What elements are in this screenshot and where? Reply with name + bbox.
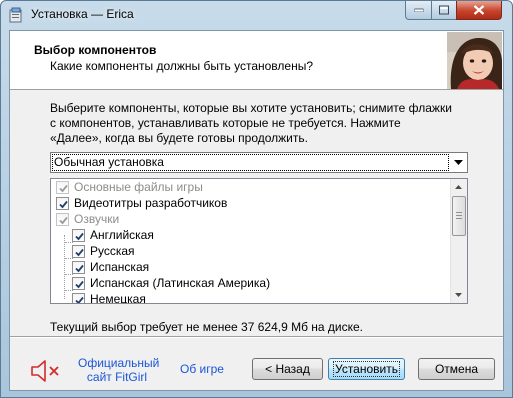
checkmark-icon <box>75 264 84 272</box>
minimize-button[interactable] <box>405 1 432 20</box>
scroll-up-button[interactable] <box>451 179 467 195</box>
checkbox-checked[interactable] <box>56 196 69 210</box>
component-item-english[interactable]: Английская <box>72 227 154 243</box>
component-label: Русская <box>90 244 135 258</box>
chevron-down-icon <box>454 160 463 165</box>
checkbox-checked[interactable] <box>72 292 85 303</box>
disk-space-requirement: Текущий выбор требует не менее 37 624,9 … <box>50 320 364 334</box>
component-item-spanish[interactable]: Испанская <box>72 259 149 275</box>
checkmark-icon <box>75 280 84 288</box>
fitgirl-link-line2: сайт FitGirl <box>86 370 148 384</box>
component-item-russian[interactable]: Русская <box>72 243 135 259</box>
component-label: Основные файлы игры <box>74 180 203 194</box>
about-game-link[interactable]: Об игре <box>180 362 224 376</box>
scroll-thumb[interactable] <box>452 196 466 236</box>
close-icon <box>473 5 485 15</box>
component-item-dev-subtitles[interactable]: Видеотитры разработчиков <box>56 195 227 211</box>
maximize-icon <box>439 5 449 15</box>
components-list[interactable]: Основные файлы игры Видеотитры разработч… <box>50 178 468 304</box>
fitgirl-link-line1: Официальный <box>78 356 160 370</box>
component-label: Испанская (Латинская Америка) <box>90 276 271 290</box>
header-character-image <box>447 32 502 89</box>
checkmark-icon <box>75 296 84 303</box>
instructions-text: Выберите компоненты, которые вы хотите у… <box>50 101 452 145</box>
scroll-down-arrow-icon <box>455 293 462 297</box>
speaker-muted-icon[interactable] <box>31 358 61 384</box>
checkbox-checked-disabled <box>56 212 69 226</box>
component-label: Видеотитры разработчиков <box>74 196 228 210</box>
component-item-german[interactable]: Немецкая <box>72 291 146 304</box>
wizard-header: Выбор компонентов Какие компоненты должн… <box>10 31 503 90</box>
window-title: Установка — Erica <box>31 7 134 21</box>
dropdown-arrow-button[interactable] <box>450 153 467 172</box>
checkmark-icon <box>59 200 68 208</box>
page-subtitle: Какие компоненты должны быть установлены… <box>50 59 313 73</box>
wizard-client-area: Выбор компонентов Какие компоненты должн… <box>9 30 504 391</box>
fitgirl-site-link[interactable]: Официальный сайт FitGirl <box>78 356 160 384</box>
checkmark-icon <box>75 232 84 240</box>
component-item-voiceovers: Озвучки <box>56 211 119 227</box>
checkbox-checked[interactable] <box>72 260 85 274</box>
cancel-button[interactable]: Отмена <box>418 358 495 380</box>
install-type-selected: Обычная установка <box>52 154 449 171</box>
component-label: Озвучки <box>74 212 120 226</box>
component-item-base-files: Основные файлы игры <box>56 179 203 195</box>
installer-app-icon <box>9 7 22 23</box>
component-label: Английская <box>90 228 154 242</box>
page-title: Выбор компонентов <box>34 43 157 57</box>
maximize-button[interactable] <box>431 1 457 20</box>
close-button[interactable] <box>456 1 502 20</box>
footer-separator <box>10 336 503 338</box>
components-scrollbar[interactable] <box>450 179 467 303</box>
component-label: Немецкая <box>90 292 146 304</box>
component-item-spanish-latam[interactable]: Испанская (Латинская Америка) <box>72 275 270 291</box>
checkbox-checked-disabled <box>56 180 69 194</box>
checkbox-checked[interactable] <box>72 228 85 242</box>
minimize-icon <box>414 8 423 12</box>
checkbox-checked[interactable] <box>72 276 85 290</box>
checkbox-checked[interactable] <box>72 244 85 258</box>
title-bar[interactable]: Установка — Erica <box>1 1 512 29</box>
install-button[interactable]: Установить <box>328 358 405 380</box>
install-button-label: Установить <box>333 361 400 377</box>
component-label: Испанская <box>90 260 150 274</box>
checkmark-icon <box>59 216 68 224</box>
back-button[interactable]: < Назад <box>252 358 323 380</box>
checkmark-icon <box>75 248 84 256</box>
checkmark-icon <box>59 184 68 192</box>
installer-window: Установка — Erica Выбор компонентов Каки… <box>0 0 513 398</box>
scroll-down-button[interactable] <box>451 287 467 303</box>
scroll-up-arrow-icon <box>455 185 462 189</box>
install-type-dropdown[interactable]: Обычная установка <box>50 152 468 173</box>
